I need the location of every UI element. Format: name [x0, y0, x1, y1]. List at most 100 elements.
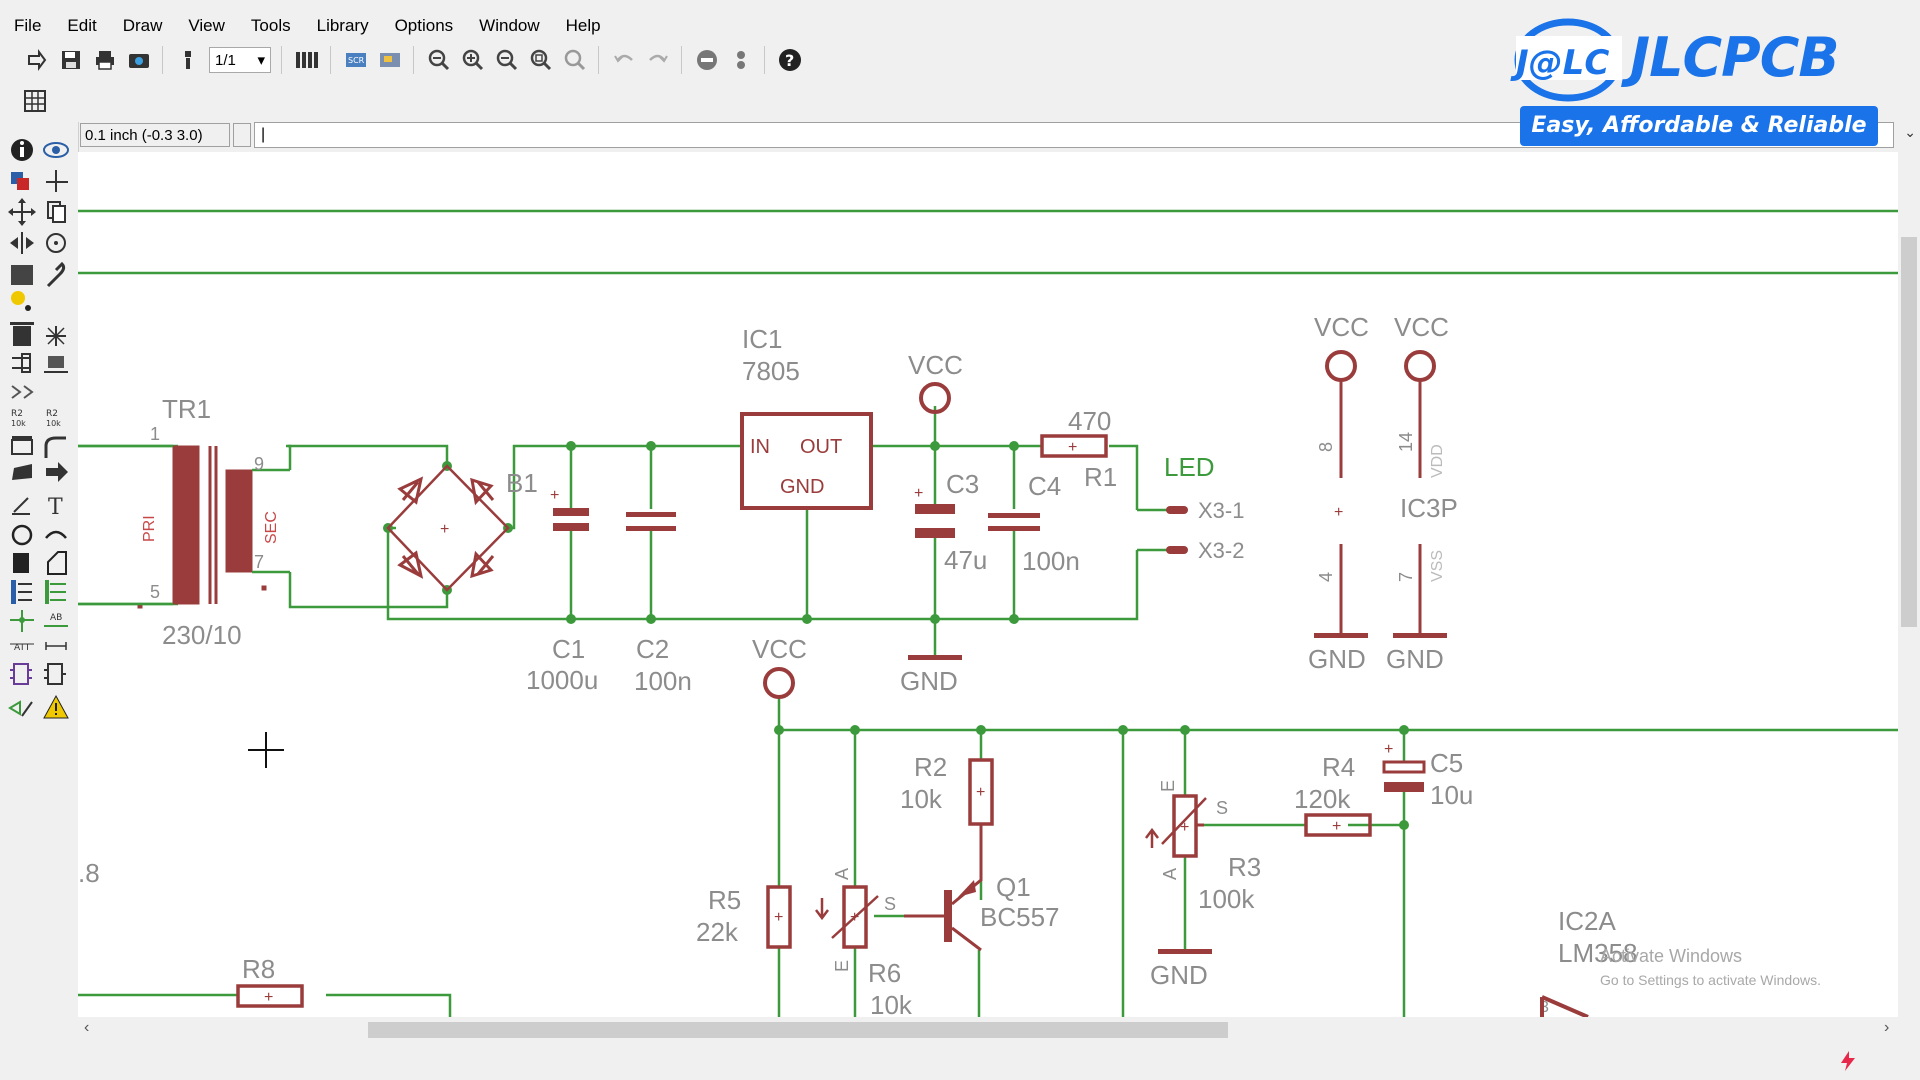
name-icon[interactable]: R210k — [11, 409, 26, 428]
command-history-button[interactable] — [233, 123, 251, 147]
module-icon[interactable] — [44, 663, 66, 685]
lightning-icon[interactable] — [1836, 1049, 1860, 1073]
menu-file[interactable]: File — [0, 0, 53, 36]
capacitor-c4[interactable]: C4 100n — [988, 471, 1080, 576]
grid-icon[interactable] — [20, 86, 50, 116]
menu-draw[interactable]: Draw — [109, 0, 175, 36]
horizontal-scroll-thumb[interactable] — [368, 1022, 1228, 1038]
supply-vcc-1[interactable]: VCC — [908, 350, 963, 414]
resistor-r2[interactable]: + R2 10k — [900, 752, 994, 826]
schematic-canvas[interactable]: TR1 1 5 9 7 PRI SEC 230/10 + B1 + C1 100… — [78, 152, 1898, 1017]
scroll-left-icon[interactable]: ‹ — [84, 1019, 89, 1037]
transformer-tr1[interactable]: TR1 1 5 9 7 PRI SEC 230/10 — [78, 394, 290, 650]
gateswap-icon[interactable] — [11, 385, 34, 399]
menu-library[interactable]: Library — [303, 0, 381, 36]
erc-icon[interactable] — [8, 700, 33, 717]
cam-icon[interactable] — [124, 45, 154, 75]
polygon-icon[interactable] — [47, 551, 67, 575]
menu-tools[interactable]: Tools — [237, 0, 303, 36]
warning-icon[interactable] — [43, 694, 69, 719]
change-icon[interactable] — [46, 261, 66, 288]
redo-icon[interactable] — [643, 45, 673, 75]
resistor-r4[interactable]: + R4 120k — [1294, 752, 1372, 837]
scroll-right-icon[interactable]: › — [1884, 1019, 1889, 1037]
rotate-icon[interactable] — [46, 233, 66, 253]
led-net-label: LED — [1164, 452, 1215, 482]
regulator-ic1[interactable]: IN OUT GND IC1 7805 — [740, 324, 873, 510]
info-icon[interactable] — [11, 139, 33, 161]
capacitor-c3[interactable]: + C3 47u — [914, 469, 987, 575]
mirror-icon[interactable] — [10, 232, 34, 254]
resistor-r5[interactable]: + R5 22k — [696, 885, 792, 949]
circle-icon[interactable] — [11, 524, 33, 546]
supply-vcc-2[interactable]: VCC — [752, 634, 807, 699]
vertical-scroll-thumb[interactable] — [1901, 237, 1917, 627]
zoom-redraw-icon[interactable] — [560, 45, 590, 75]
arc-icon[interactable] — [45, 530, 67, 539]
miter-icon[interactable] — [44, 436, 66, 458]
add-icon[interactable] — [46, 326, 66, 346]
dimension-icon[interactable] — [45, 642, 67, 650]
menu-view[interactable]: View — [174, 0, 237, 36]
board-icon[interactable] — [292, 45, 322, 75]
capacitor-c1[interactable]: + C1 1000u — [526, 487, 598, 695]
vertical-scrollbar[interactable] — [1898, 152, 1920, 1017]
replace-icon[interactable] — [44, 356, 68, 373]
optimize-icon[interactable] — [46, 462, 68, 482]
zoom-out-icon[interactable] — [492, 45, 522, 75]
stop-icon[interactable] — [692, 45, 722, 75]
pinswap-icon[interactable] — [12, 353, 31, 373]
sheet-select[interactable]: 1/1 ▾ — [209, 47, 271, 73]
menu-edit[interactable]: Edit — [53, 0, 108, 36]
capacitor-c5[interactable]: + C5 10u — [1382, 741, 1473, 810]
script-icon[interactable] — [173, 45, 203, 75]
chevron-down-icon[interactable]: ⌄ — [1904, 124, 1916, 141]
frame-icon[interactable] — [10, 663, 32, 685]
display-icon[interactable] — [11, 172, 29, 190]
move-icon[interactable] — [8, 198, 36, 226]
label-icon[interactable]: AB — [44, 613, 68, 627]
junction-icon[interactable] — [10, 610, 34, 632]
crosshair-cursor — [248, 732, 284, 768]
show-icon[interactable] — [43, 142, 69, 158]
scr-icon[interactable]: SCR — [341, 45, 371, 75]
rect-icon[interactable] — [13, 553, 29, 573]
connector-x3[interactable]: LED X3-1 X3-2 — [1164, 452, 1244, 563]
ground-gnd-1[interactable]: GND — [900, 655, 962, 696]
group-icon[interactable] — [11, 265, 33, 285]
save-icon[interactable] — [56, 45, 86, 75]
value-icon[interactable]: R210k — [46, 409, 61, 428]
tr1-pin7-label: 7 — [254, 552, 264, 572]
potentiometer-r6[interactable]: + A E S R6 10k — [815, 868, 913, 1017]
resistor-r8[interactable]: + R8 — [236, 954, 304, 1008]
delete-icon[interactable] — [10, 322, 34, 346]
text-icon[interactable]: T — [48, 495, 63, 520]
menu-options[interactable]: Options — [381, 0, 466, 36]
attribute-icon[interactable]: ATT — [10, 643, 34, 653]
copy-icon[interactable] — [47, 201, 66, 223]
print-icon[interactable] — [90, 45, 120, 75]
capacitor-c2[interactable]: C2 100n — [626, 512, 692, 696]
bridge-b1[interactable]: + B1 — [386, 464, 538, 592]
undo-icon[interactable] — [609, 45, 639, 75]
zoom-select-icon[interactable] — [526, 45, 556, 75]
zoom-fit-icon[interactable] — [424, 45, 454, 75]
net-icon[interactable] — [45, 580, 66, 604]
horizontal-scrollbar[interactable]: ‹ › — [78, 1017, 1920, 1043]
open-icon[interactable] — [22, 45, 52, 75]
split-icon[interactable] — [12, 464, 32, 480]
smash-icon[interactable] — [11, 436, 33, 455]
help-icon[interactable]: ? — [775, 45, 805, 75]
go-icon[interactable] — [726, 45, 756, 75]
ulp-icon[interactable] — [375, 45, 405, 75]
ground-gnd-2[interactable]: GND — [1150, 949, 1212, 990]
zoom-in-icon[interactable] — [458, 45, 488, 75]
paste-icon[interactable] — [11, 291, 31, 311]
wire-icon[interactable] — [12, 497, 30, 515]
menu-window[interactable]: Window — [465, 0, 551, 36]
mark-icon[interactable] — [46, 170, 68, 192]
potentiometer-r3[interactable]: + E A S R3 100k — [1145, 780, 1261, 914]
menu-help[interactable]: Help — [552, 0, 613, 36]
bus-icon[interactable] — [11, 580, 32, 604]
ic3p-power[interactable]: VCC VCC 8 14 VDD + IC3P 4 7 VSS GND GND — [1308, 312, 1458, 674]
